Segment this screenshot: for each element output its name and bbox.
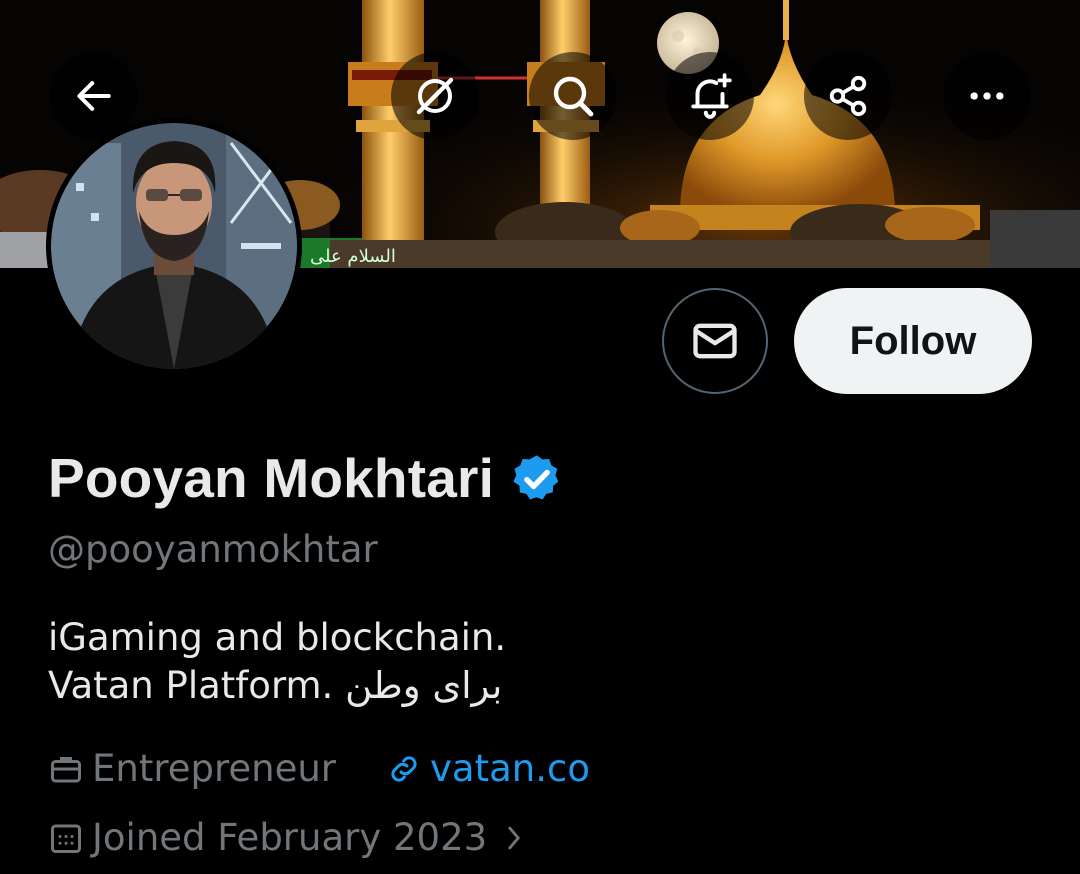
- search-button[interactable]: [529, 52, 617, 140]
- website-item[interactable]: vatan.co: [386, 747, 590, 790]
- bio-line-2: Vatan Platform. برای وطن: [48, 664, 503, 707]
- bio-line-1: iGaming and blockchain.: [48, 616, 507, 659]
- avatar[interactable]: [46, 118, 302, 374]
- link-icon: [386, 751, 422, 787]
- briefcase-icon: [48, 751, 84, 787]
- joined-row[interactable]: Joined February 2023: [48, 816, 527, 859]
- notifications-button[interactable]: [666, 52, 754, 140]
- svg-text:السلام علی: السلام علی: [310, 246, 396, 267]
- profile-page: السلام علی Follow Pooyan Mokhtari @pooya…: [0, 0, 1080, 874]
- website-link[interactable]: vatan.co: [430, 747, 590, 790]
- back-arrow-icon: [77, 81, 111, 111]
- verified-badge-icon[interactable]: [510, 452, 564, 510]
- profile-meta-row: Entrepreneur vatan.co: [48, 747, 590, 790]
- follow-button[interactable]: Follow: [794, 288, 1032, 394]
- bio: iGaming and blockchain. Vatan Platform. …: [48, 614, 506, 710]
- name-row: Pooyan Mokhtari: [48, 446, 564, 510]
- share-icon: [829, 75, 867, 117]
- calendar-icon: [48, 820, 84, 856]
- joined-text: Joined February 2023: [92, 816, 488, 859]
- more-button[interactable]: [943, 52, 1031, 140]
- share-button[interactable]: [804, 52, 892, 140]
- grok-button[interactable]: [391, 52, 479, 140]
- chevron-right-icon: [501, 821, 527, 855]
- more-dots-icon: [970, 92, 1004, 100]
- message-button[interactable]: [662, 288, 768, 394]
- avatar-image: [51, 123, 297, 369]
- search-icon: [553, 76, 594, 117]
- category-item: Entrepreneur: [48, 747, 336, 790]
- display-name: Pooyan Mokhtari: [48, 447, 495, 509]
- bell-plus-icon: [691, 73, 732, 119]
- category-text: Entrepreneur: [92, 747, 337, 790]
- grok-icon: [416, 77, 454, 115]
- handle: @pooyanmokhtar: [48, 528, 378, 571]
- envelope-icon: [693, 323, 737, 359]
